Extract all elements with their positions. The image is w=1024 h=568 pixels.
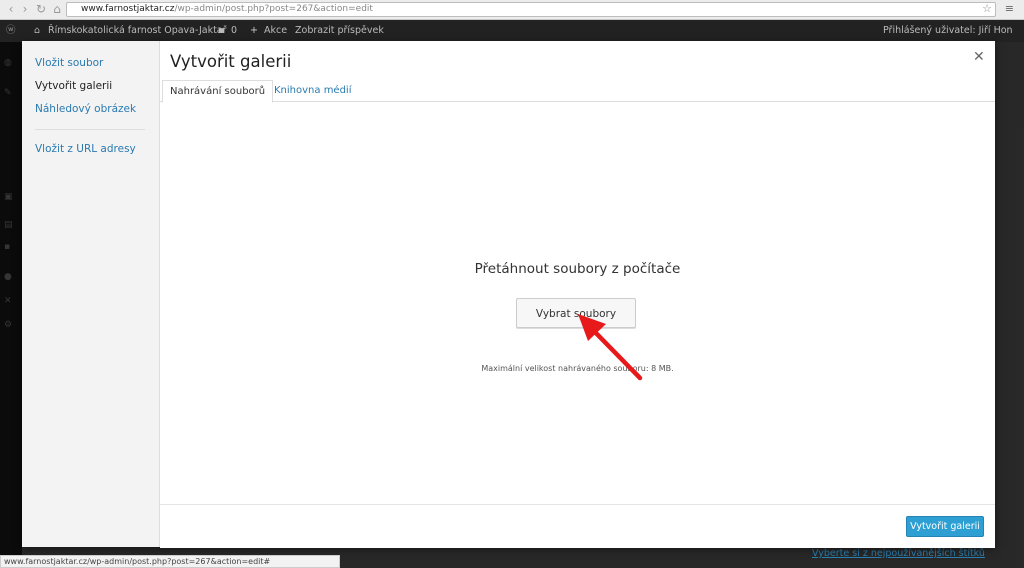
status-bar: www.farnostjaktar.cz/wp-admin/post.php?p…: [0, 555, 340, 568]
tab-upload-files[interactable]: Nahrávání souborů: [162, 80, 274, 103]
annotation-arrow-icon: [578, 314, 643, 381]
